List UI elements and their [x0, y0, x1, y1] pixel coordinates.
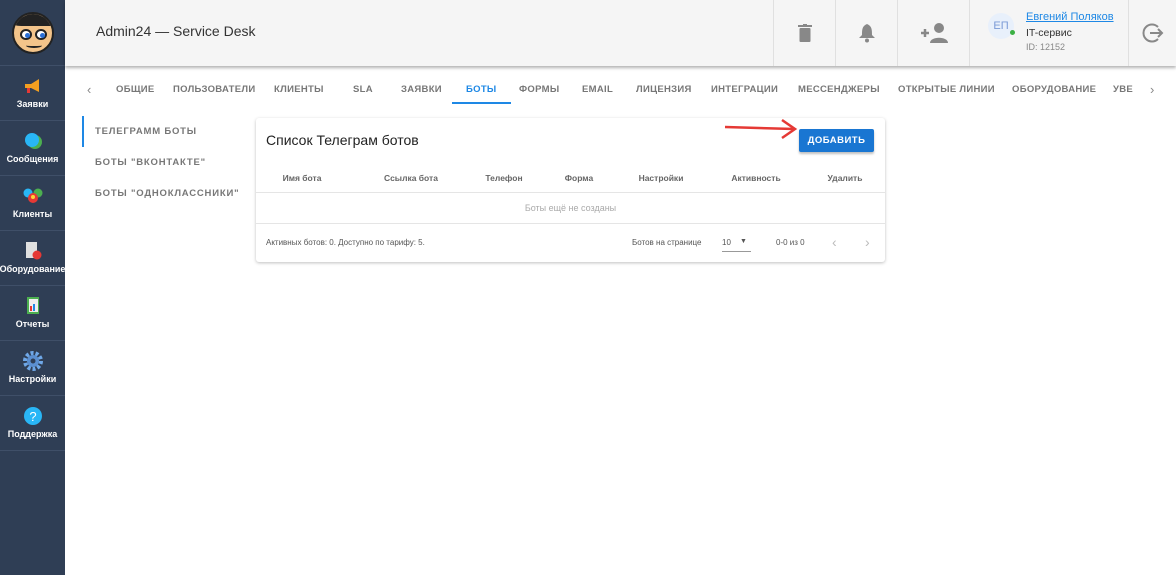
rows-per-page-select[interactable]: 10 ▼: [722, 235, 751, 252]
sidebar-item-settings[interactable]: Настройки: [0, 341, 65, 396]
trash-button[interactable]: [773, 0, 835, 66]
tab-integrations[interactable]: ИНТЕГРАЦИИ: [711, 78, 778, 104]
tab-equipment[interactable]: ОБОРУДОВАНИЕ: [1012, 78, 1096, 104]
user-org: IT-сервис: [1026, 27, 1072, 39]
logout-button[interactable]: [1128, 0, 1176, 66]
user-id: ID: 12152: [1026, 42, 1066, 52]
sidebar-item-equipment[interactable]: Оборудование: [0, 231, 65, 286]
user-profile: ЕП Евгений Поляков IT-сервис ID: 12152: [969, 0, 1128, 66]
tab-requests[interactable]: ЗАЯВКИ: [401, 78, 442, 104]
subtab-vk[interactable]: БОТЫ "ВКОНТАКТЕ": [82, 147, 239, 178]
column-header[interactable]: Имя бота: [283, 173, 322, 183]
add-user-button[interactable]: [897, 0, 969, 66]
add-user-icon: [920, 23, 948, 43]
tab-sla[interactable]: SLA: [353, 78, 373, 104]
user-avatar[interactable]: ЕП: [988, 13, 1014, 39]
column-header[interactable]: Телефон: [485, 173, 522, 183]
tab-messengers[interactable]: МЕССЕНДЖЕРЫ: [798, 78, 880, 104]
logo-avatar[interactable]: [0, 0, 65, 66]
app-title: Admin24 — Service Desk: [96, 23, 256, 39]
rows-per-page-label: Ботов на странице: [632, 238, 702, 247]
table-header: Имя бота Ссылка бота Телефон Форма Настр…: [256, 163, 885, 193]
column-header[interactable]: Ссылка бота: [384, 173, 438, 183]
card-title: Список Телеграм ботов: [266, 132, 419, 148]
header: Admin24 — Service Desk ЕП Евгений Поляко…: [65, 0, 1176, 66]
bot-type-tabs: ТЕЛЕГРАММ БОТЫ БОТЫ "ВКОНТАКТЕ" БОТЫ "ОД…: [82, 116, 239, 209]
page-range: 0-0 из 0: [776, 238, 805, 247]
annotation-arrow-icon: [724, 118, 798, 140]
sidebar-item-support[interactable]: ? Поддержка: [0, 396, 65, 451]
tab-email[interactable]: EMAIL: [582, 78, 613, 104]
notifications-button[interactable]: [835, 0, 897, 66]
tab-users[interactable]: ПОЛЬЗОВАТЕЛИ: [173, 78, 255, 104]
subtab-telegram[interactable]: ТЕЛЕГРАММ БОТЫ: [82, 116, 239, 147]
subtab-ok[interactable]: БОТЫ "ОДНОКЛАССНИКИ": [82, 178, 239, 209]
tab-general[interactable]: ОБЩИЕ: [116, 78, 155, 104]
column-header[interactable]: Активность: [731, 173, 780, 183]
next-page-icon[interactable]: ›: [865, 234, 870, 250]
tab-clients[interactable]: КЛИЕНТЫ: [274, 78, 324, 104]
bell-icon: [858, 24, 875, 43]
tab-bots[interactable]: БОТЫ: [452, 78, 511, 104]
sidebar-item-reports[interactable]: Отчеты: [0, 286, 65, 341]
trash-icon: [797, 24, 812, 42]
table-footer: Активных ботов: 0. Доступно по тарифу: 5…: [256, 224, 885, 262]
column-header[interactable]: Настройки: [639, 173, 684, 183]
column-header[interactable]: Удалить: [828, 173, 863, 183]
reports-icon: [23, 297, 43, 315]
tab-open-lines[interactable]: ОТКРЫТЫЕ ЛИНИИ: [898, 78, 995, 104]
user-name-link[interactable]: Евгений Поляков: [1026, 11, 1114, 23]
dropdown-arrow-icon: ▼: [740, 238, 747, 245]
chat-icon: [23, 132, 43, 150]
online-status-dot: [1010, 30, 1015, 35]
tab-license[interactable]: ЛИЦЕНЗИЯ: [636, 78, 692, 104]
sidebar-item-clients[interactable]: Клиенты: [0, 176, 65, 231]
svg-text:?: ?: [29, 409, 36, 424]
sidebar-item-messages[interactable]: Сообщения: [0, 121, 65, 176]
logout-icon: [1142, 23, 1163, 43]
empty-table-message: Боты ещё не созданы: [256, 193, 885, 224]
tab-notifications[interactable]: УВЕ: [1113, 78, 1133, 104]
column-header[interactable]: Форма: [565, 173, 593, 183]
gear-icon: [22, 351, 43, 371]
equipment-icon: [23, 242, 43, 260]
tab-forms[interactable]: ФОРМЫ: [519, 78, 559, 104]
help-icon: ?: [23, 407, 43, 425]
tabs-scroll-left-icon[interactable]: ‹: [87, 82, 91, 97]
add-bot-button[interactable]: ДОБАВИТЬ: [799, 129, 874, 152]
bots-summary: Активных ботов: 0. Доступно по тарифу: 5…: [266, 238, 425, 247]
settings-tabs: ‹ ОБЩИЕ ПОЛЬЗОВАТЕЛИ КЛИЕНТЫ SLA ЗАЯВКИ …: [0, 78, 1176, 104]
clients-icon: [23, 187, 43, 205]
prev-page-icon[interactable]: ‹: [832, 234, 837, 250]
tabs-scroll-right-icon[interactable]: ›: [1150, 82, 1154, 97]
